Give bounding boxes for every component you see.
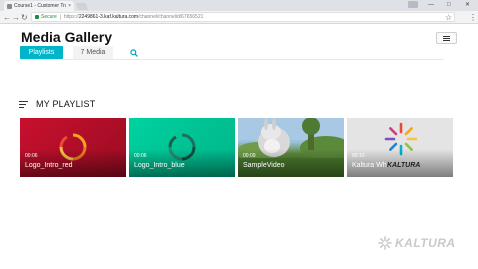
address-bar[interactable]: Secure https:// 2249861-3.kaf.kaltura.co… (31, 12, 455, 22)
minimize-button[interactable]: — (428, 0, 434, 10)
browser-toolbar: ← → ↻ Secure https:// 2249861-3.kaf.kalt… (0, 11, 478, 24)
media-name: Kaltura Wh (352, 162, 387, 169)
browser-menu-icon[interactable]: ⋮ (469, 12, 477, 23)
url-path: /channel/channelid/67656521 (138, 14, 204, 20)
bookmark-star-icon[interactable]: ☆ (445, 12, 452, 23)
list-view-button[interactable] (436, 32, 457, 44)
profile-button[interactable] (408, 1, 418, 8)
thumbnail-brand-text: KALTURA (387, 162, 421, 169)
media-card[interactable]: 00:06 Logo_Intro_blue (129, 118, 235, 177)
gallery-tabs: Playlists 7 Media (20, 46, 139, 59)
browser-tab-bar: Course1 - Customer Trai × — □ ✕ (0, 0, 478, 11)
new-tab-button[interactable] (75, 3, 89, 10)
list-icon-line (443, 37, 450, 39)
list-icon-line (443, 35, 450, 37)
media-duration: 00:06 (134, 153, 147, 159)
kaltura-brand: KALTURA (378, 236, 456, 250)
tab-title: Course1 - Customer Trai (14, 3, 67, 9)
media-duration: 00:10 (352, 153, 365, 159)
page-title: Media Gallery (21, 29, 113, 45)
playlist-cards: 00:06 Logo_Intro_red 00:06 Logo_Intro_bl… (20, 118, 453, 177)
kaltura-burst-icon (378, 236, 392, 250)
security-label: Secure (41, 14, 57, 20)
media-name: Logo_Intro_red (25, 162, 73, 169)
tab-media[interactable]: 7 Media (73, 46, 113, 59)
brand-name: KALTURA (395, 236, 456, 250)
back-button[interactable]: ← (3, 12, 11, 23)
media-card[interactable]: 00:10 Kaltura Wh KALTURA (347, 118, 453, 177)
playlist-header: MY PLAYLIST (19, 99, 95, 109)
search-icon[interactable] (129, 46, 139, 59)
media-duration: 00:09 (243, 153, 256, 159)
browser-tab[interactable]: Course1 - Customer Trai × (4, 1, 74, 11)
media-name: SampleVideo (243, 162, 285, 169)
tab-close-icon[interactable]: × (68, 3, 71, 9)
forward-button[interactable]: → (12, 12, 20, 23)
url-host: 2249861-3.kaf.kaltura.com (78, 14, 139, 20)
address-divider (59, 14, 61, 20)
url-protocol: https:// (63, 14, 79, 20)
header-divider (20, 59, 444, 60)
close-window-button[interactable]: ✕ (465, 0, 470, 10)
media-duration: 00:06 (25, 153, 38, 159)
favicon-icon (7, 3, 12, 9)
media-card[interactable]: 00:09 SampleVideo (238, 118, 344, 177)
playlist-icon (19, 100, 28, 108)
maximize-button[interactable]: □ (447, 0, 451, 10)
lock-icon (35, 15, 39, 19)
tab-playlists[interactable]: Playlists (20, 46, 63, 59)
media-name: Logo_Intro_blue (134, 162, 185, 169)
reload-button[interactable]: ↻ (21, 12, 28, 23)
media-card[interactable]: 00:06 Logo_Intro_red (20, 118, 126, 177)
list-icon-line (443, 39, 450, 41)
playlist-title: MY PLAYLIST (36, 99, 96, 109)
